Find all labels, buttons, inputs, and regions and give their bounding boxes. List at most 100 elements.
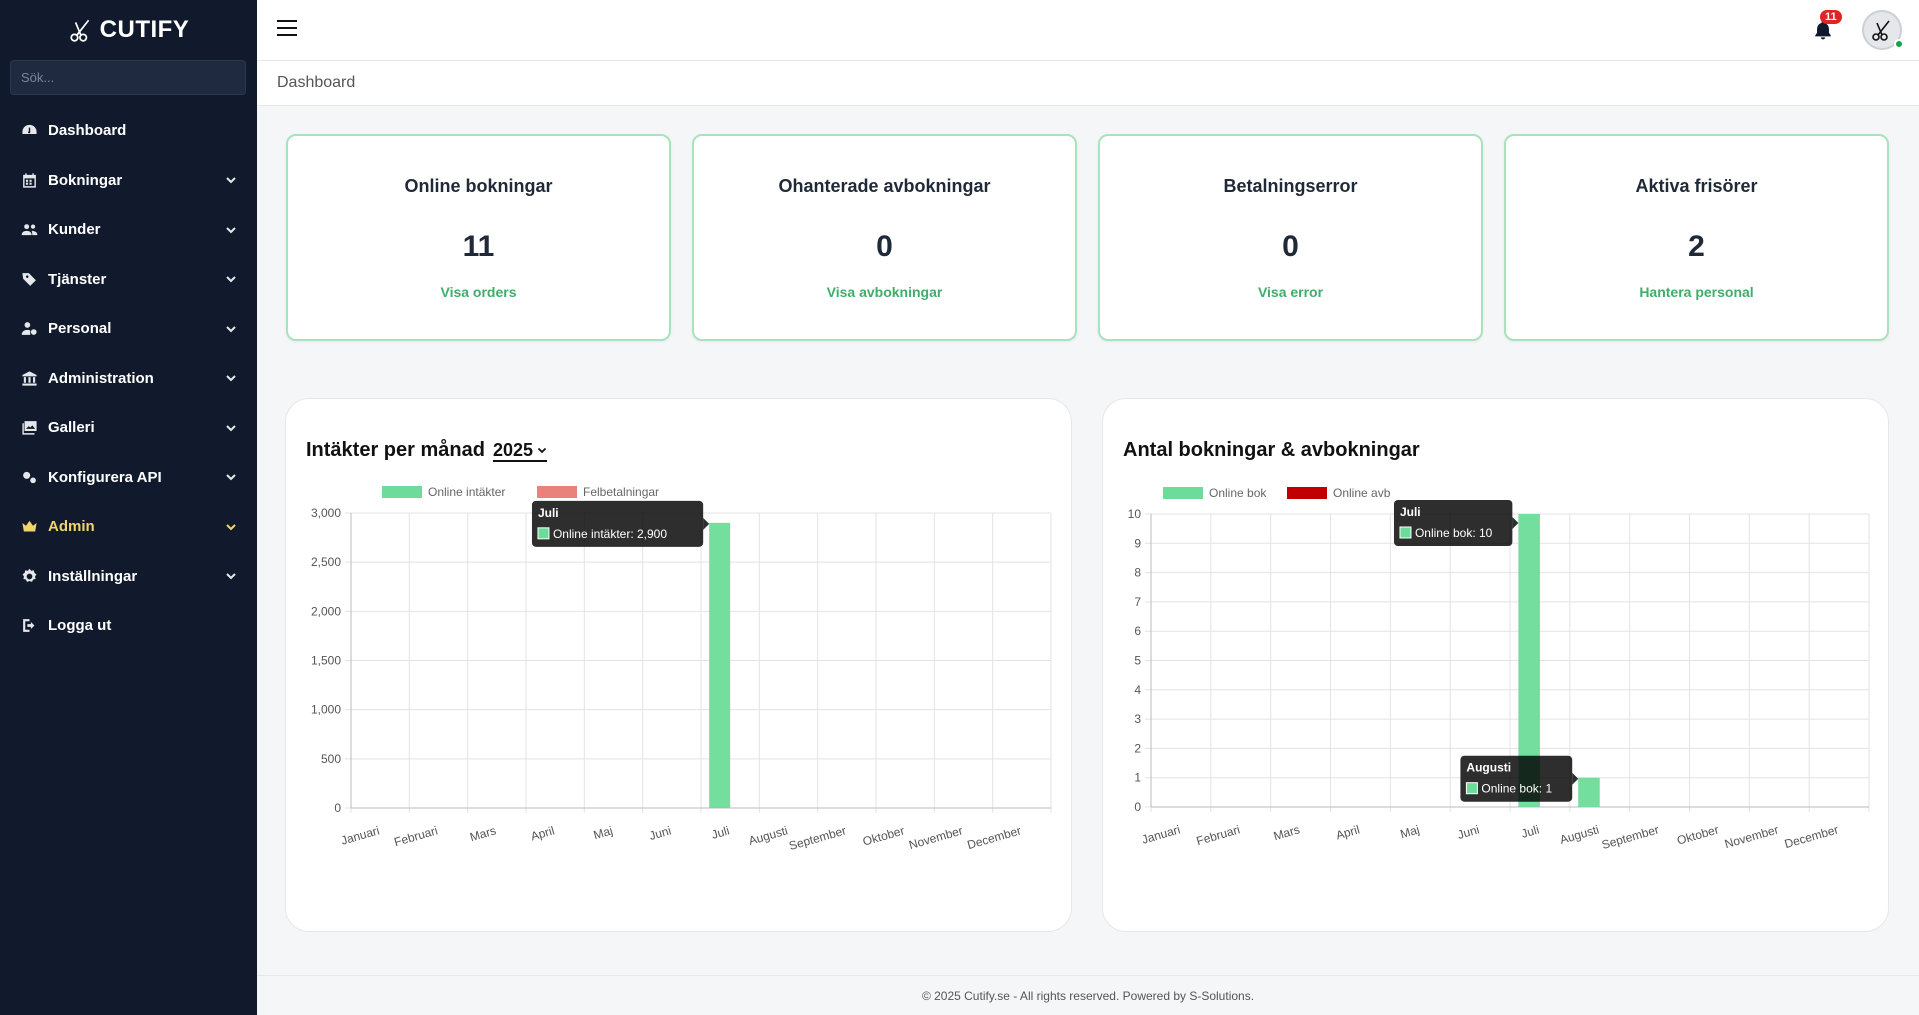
chevron-down-icon [226, 573, 236, 580]
legend-label: Online bok [1209, 486, 1267, 500]
x-tick-label: Oktober [1675, 822, 1720, 847]
x-tick-label: December [966, 823, 1023, 852]
x-tick-label: Juni [648, 823, 673, 843]
users-icon [20, 221, 38, 239]
x-tick-label: Januari [1140, 822, 1182, 846]
tooltip-caret [1512, 517, 1519, 529]
bar-online-int-kter-juli[interactable] [709, 522, 731, 808]
revenue-chart-panel: Intäkter per månad 2025 Online intäkter F… [285, 398, 1072, 932]
sidebar-item-bokningar[interactable]: Bokningar [0, 156, 257, 206]
x-tick-label: April [1334, 822, 1361, 842]
hamburger-menu-icon[interactable] [277, 20, 297, 40]
gear-icon [20, 567, 38, 585]
tooltip-swatch [1399, 526, 1412, 539]
card-title: Betalningserror [1223, 176, 1358, 196]
chart-tooltip: Juli Online intäkter: 2,900 [531, 500, 710, 547]
images-icon [20, 419, 38, 437]
sidebar-item-galleri[interactable]: Galleri [0, 403, 257, 453]
x-tick-label: Mars [1272, 822, 1301, 843]
sidebar-item-konfigurera-api[interactable]: Konfigurera API [0, 453, 257, 503]
breadcrumb: Dashboard [257, 61, 1919, 106]
legend-swatch-online-int-kter[interactable] [382, 486, 422, 498]
chevron-down-icon [226, 375, 236, 382]
sidebar-item-kunder[interactable]: Kunder [0, 205, 257, 255]
x-tick-label: Mars [468, 823, 497, 844]
tooltip-title: Juli [538, 506, 559, 520]
sidebar-item-tj-nster[interactable]: Tjänster [0, 255, 257, 305]
tooltip-swatch [537, 527, 550, 540]
stat-card-online-bookings: Online bokningar 11 Visa orders [286, 134, 671, 341]
x-tick-label: Juli [1520, 822, 1541, 840]
sidebar-item-inst-llningar[interactable]: Inställningar [0, 552, 257, 602]
sidebar-item-label: Tjänster [48, 270, 107, 288]
card-title: Ohanterade avbokningar [778, 176, 991, 196]
chart-tooltip: Juli Online bok: 10 [1393, 500, 1519, 546]
tooltip-text: Online bok: 10 [1415, 526, 1493, 540]
y-tick-label: 1 [1134, 771, 1141, 785]
card-value: 11 [462, 230, 495, 263]
sidebar-item-label: Dashboard [48, 122, 127, 140]
scissors-logo-icon [70, 19, 89, 42]
calendar-icon [20, 171, 38, 189]
sidebar-item-label: Konfigurera API [48, 468, 162, 486]
sidebar-item-personal[interactable]: Personal [0, 304, 257, 354]
bookings-bar-chart: Online bok Online avb 0 1 2 3 4 5 6 7 8 9 10 Januari F… [1128, 486, 1870, 852]
y-tick-label: 2 [1134, 741, 1141, 755]
sidebar-item-label: Personal [48, 320, 112, 338]
gauge-icon [20, 122, 38, 140]
x-tick-label: Oktober [861, 823, 906, 848]
x-tick-label: November [907, 823, 964, 852]
bank-icon [20, 369, 38, 387]
view-cancellations-link[interactable]: Visa avbokningar [827, 284, 943, 300]
x-tick-label: Maj [1399, 822, 1421, 841]
chevron-down-icon [226, 326, 236, 333]
online-status-dot [1894, 39, 1904, 49]
y-tick-label: 2,500 [311, 555, 341, 569]
sidebar-item-admin[interactable]: Admin [0, 502, 257, 552]
sidebar-item-label: Galleri [48, 419, 95, 437]
sidebar-item-label: Bokningar [48, 171, 123, 189]
chevron-down-icon [226, 425, 236, 432]
sidebar-item-label: Administration [48, 369, 154, 387]
legend-swatch-online-bok[interactable] [1163, 487, 1203, 499]
x-tick-label: September [787, 823, 847, 853]
sidebar-item-label: Inställningar [48, 567, 138, 585]
manage-staff-link[interactable]: Hantera personal [1639, 284, 1753, 300]
x-tick-label: April [529, 823, 556, 843]
legend-swatch-felbetalningar[interactable] [537, 486, 577, 498]
sidebar: CUTIFY Dashboard Bokningar Kunder Tjänster P… [0, 0, 257, 1015]
crown-icon [20, 518, 38, 536]
stat-card-active-stylists: Aktiva frisörer 2 Hantera personal [1504, 134, 1889, 341]
breadcrumb-current: Dashboard [277, 74, 356, 91]
bookings-chart-panel: Antal bokningar & avbokningar Online bok… [1102, 398, 1889, 932]
view-orders-link[interactable]: Visa orders [440, 284, 516, 300]
user-gear-icon [20, 320, 38, 338]
legend-swatch-online-avb[interactable] [1287, 487, 1327, 499]
legend-label: Online avb [1333, 486, 1391, 500]
y-tick-label: 6 [1134, 624, 1141, 638]
x-tick-label: Juli [710, 823, 731, 841]
tooltip-text: Online intäkter: 2,900 [553, 527, 667, 541]
stat-card-unhandled-cancellations: Ohanterade avbokningar 0 Visa avbokninga… [692, 134, 1077, 341]
notification-badge: 11 [1820, 10, 1842, 24]
y-tick-label: 2,000 [311, 604, 341, 618]
card-value: 0 [876, 230, 893, 263]
sidebar-nav: Dashboard Bokningar Kunder Tjänster Personal… [0, 106, 257, 651]
app-logo[interactable]: CUTIFY [0, 0, 257, 60]
card-value: 0 [1282, 230, 1299, 263]
sidebar-item-dashboard[interactable]: Dashboard [0, 106, 257, 156]
sidebar-item-administration[interactable]: Administration [0, 354, 257, 404]
y-tick-label: 1,500 [311, 654, 341, 668]
y-tick-label: 500 [321, 752, 341, 766]
tooltip-title: Augusti [1466, 761, 1511, 775]
x-tick-label: Januari [339, 823, 381, 847]
sidebar-item-logga-ut[interactable]: Logga ut [0, 601, 257, 651]
scissors-avatar-icon [1872, 20, 1890, 41]
tags-icon [20, 270, 38, 288]
y-tick-label: 9 [1134, 536, 1141, 550]
bar-online-bok-augusti[interactable] [1578, 777, 1600, 807]
view-errors-link[interactable]: Visa error [1258, 284, 1323, 300]
sidebar-search-input[interactable] [10, 60, 246, 95]
tooltip-swatch [1465, 782, 1478, 795]
card-value: 2 [1688, 230, 1705, 263]
